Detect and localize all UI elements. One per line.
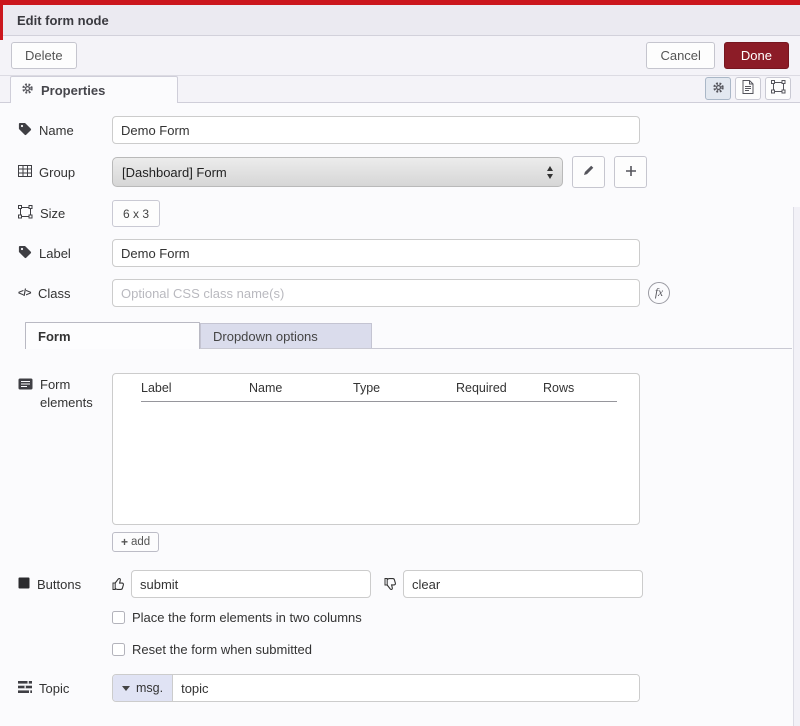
form-elements-row: Form elements Label Name Type Required R… — [10, 373, 800, 552]
label-label-text: Label — [39, 246, 71, 261]
name-label: Name — [10, 122, 112, 139]
add-element-button[interactable]: + add — [112, 532, 159, 552]
form-elements-label: Form elements — [10, 373, 112, 411]
properties-panel: Name Group [Dashboard] Form — [0, 103, 800, 726]
add-element-label: add — [131, 536, 150, 548]
plus-icon: + — [121, 535, 128, 549]
column-header-rows: Rows — [543, 381, 617, 395]
form-subtab-bar: Form Dropdown options — [25, 322, 792, 349]
editor-tab-bar: Properties — [0, 76, 800, 103]
form-elements-table-header: Label Name Type Required Rows — [141, 381, 617, 402]
size-button[interactable]: 6 x 3 — [112, 200, 160, 227]
size-row: Size 6 x 3 — [10, 200, 800, 227]
square-icon — [18, 577, 30, 592]
done-button[interactable]: Done — [724, 42, 789, 69]
class-label: </> Class — [10, 286, 112, 301]
topic-row: Topic msg. — [10, 674, 800, 702]
plus-icon — [625, 162, 637, 182]
column-header-required: Required — [456, 381, 543, 395]
buttons-label: Buttons — [10, 577, 112, 592]
buttons-row: Buttons — [10, 570, 800, 598]
form-elements-editor: Label Name Type Required Rows + add — [112, 373, 640, 552]
document-icon — [742, 80, 754, 97]
clear-button-text-input[interactable] — [403, 570, 643, 598]
class-row: </> Class fx — [10, 279, 800, 307]
group-label: Group — [10, 165, 112, 180]
gear-icon — [712, 81, 725, 97]
two-columns-checkbox-label: Place the form elements in two columns — [132, 610, 362, 625]
topic-type-select[interactable]: msg. — [113, 675, 173, 701]
class-label-text: Class — [38, 286, 71, 301]
group-select[interactable]: [Dashboard] Form — [112, 157, 563, 187]
group-label-text: Group — [39, 165, 75, 180]
tab-dropdown-options-label: Dropdown options — [213, 329, 318, 344]
fx-expression-button[interactable]: fx — [648, 282, 670, 304]
group-row: Group [Dashboard] Form — [10, 156, 800, 188]
label-row: Label — [10, 239, 800, 267]
name-row: Name — [10, 116, 800, 144]
properties-gear-button[interactable] — [705, 77, 731, 100]
class-input[interactable] — [112, 279, 640, 307]
delete-button[interactable]: Delete — [11, 42, 77, 69]
object-group-icon — [771, 80, 786, 97]
submit-button-text-input[interactable] — [131, 570, 371, 598]
description-doc-button[interactable] — [735, 77, 761, 100]
group-select-value: [Dashboard] Form — [122, 165, 227, 180]
topic-input[interactable] — [173, 675, 639, 701]
thumbs-up-icon — [112, 577, 127, 591]
list-alt-icon — [18, 376, 33, 393]
editor-tab-icons — [705, 77, 791, 102]
tag-icon — [18, 122, 32, 139]
name-input[interactable] — [112, 116, 640, 144]
dialog-action-bar: Delete Cancel Done — [0, 36, 800, 76]
gear-icon — [21, 82, 34, 98]
buttons-label-text: Buttons — [37, 577, 81, 592]
chevron-down-icon — [122, 686, 130, 691]
tab-properties[interactable]: Properties — [10, 76, 178, 103]
tag-icon — [18, 245, 32, 262]
form-elements-table: Label Name Type Required Rows — [112, 373, 640, 525]
two-columns-checkbox[interactable] — [112, 611, 125, 624]
object-group-icon — [18, 205, 33, 222]
reset-form-checkbox[interactable] — [112, 643, 125, 656]
dialog-title: Edit form node — [17, 13, 109, 28]
appearance-button[interactable] — [765, 77, 791, 100]
label-label: Label — [10, 245, 112, 262]
select-arrows-icon — [547, 166, 553, 179]
tab-form-label: Form — [38, 329, 71, 344]
two-columns-option: Place the form elements in two columns — [112, 610, 800, 625]
size-label: Size — [10, 205, 112, 222]
tab-dropdown-options[interactable]: Dropdown options — [200, 323, 372, 348]
name-label-text: Name — [39, 123, 74, 138]
table-icon — [18, 165, 32, 180]
column-header-label: Label — [141, 381, 249, 395]
reset-form-checkbox-label: Reset the form when submitted — [132, 642, 312, 657]
dialog-title-bar: Edit form node — [0, 5, 800, 36]
code-icon: </> — [18, 288, 31, 299]
pencil-icon — [582, 162, 595, 182]
add-group-button[interactable] — [614, 156, 647, 188]
tab-form[interactable]: Form — [25, 322, 200, 349]
column-header-type: Type — [353, 381, 456, 395]
thumbs-down-icon — [384, 577, 399, 591]
scroll-gutter — [793, 207, 800, 726]
cancel-button[interactable]: Cancel — [646, 42, 714, 69]
size-label-text: Size — [40, 206, 65, 221]
reset-form-option: Reset the form when submitted — [112, 642, 800, 657]
tab-properties-label: Properties — [41, 83, 105, 98]
label-input[interactable] — [112, 239, 640, 267]
form-elements-label-text: Form elements — [40, 376, 98, 411]
tasks-icon — [18, 681, 32, 696]
topic-label-text: Topic — [39, 681, 69, 696]
column-header-name: Name — [249, 381, 353, 395]
topic-typed-input: msg. — [112, 674, 640, 702]
topic-label: Topic — [10, 681, 112, 696]
edit-group-button[interactable] — [572, 156, 605, 188]
topic-type-label: msg. — [136, 681, 163, 695]
accent-left-bar — [0, 0, 3, 40]
